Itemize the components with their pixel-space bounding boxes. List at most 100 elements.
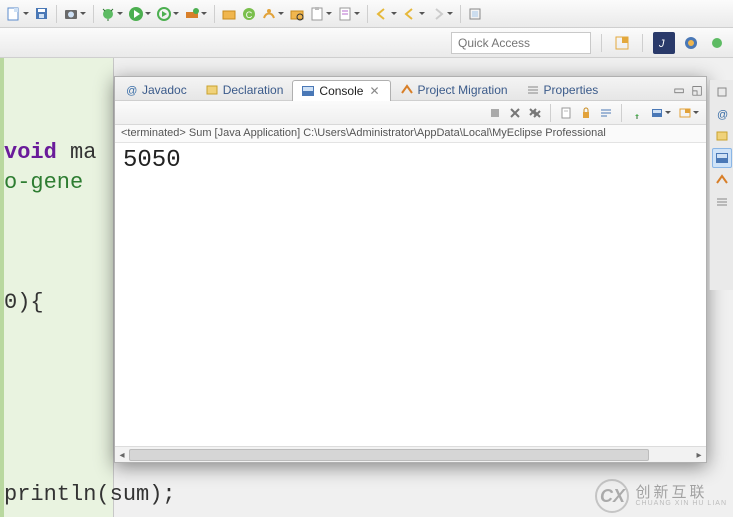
chevron-down-icon [200, 3, 208, 25]
console-toolbar [115, 101, 706, 125]
chevron-down-icon [390, 3, 398, 25]
debug-button[interactable] [98, 3, 126, 25]
tab-javadoc[interactable]: @ Javadoc [115, 79, 196, 100]
minimize-icon[interactable]: ▭ [670, 79, 688, 100]
tab-label: Declaration [223, 83, 284, 97]
tab-label: Properties [544, 83, 599, 97]
restore-icon[interactable] [712, 82, 732, 102]
scroll-right-icon[interactable]: ▸ [692, 447, 706, 463]
chevron-down-icon [692, 102, 700, 124]
editor-background: void ma o-gene 0){ [0, 58, 114, 517]
workspace: void ma o-gene 0){ println(sum); @ Javad… [0, 58, 733, 517]
editor-code-fragment: void ma o-gene 0){ [4, 58, 113, 517]
views-panel: @ Javadoc Declaration Console ✕ Project … [114, 76, 707, 463]
open-type-button[interactable] [259, 3, 287, 25]
tab-project-migration[interactable]: Project Migration [391, 79, 517, 100]
svg-text:@: @ [126, 85, 137, 97]
chevron-down-icon [79, 3, 87, 25]
toolbar-separator [642, 34, 643, 52]
task-button[interactable] [307, 3, 335, 25]
tab-console[interactable]: Console ✕ [292, 80, 390, 101]
perspective-java-button[interactable]: J [653, 32, 675, 54]
code-text: ma [57, 140, 97, 165]
console-icon [301, 84, 315, 98]
horizontal-scrollbar[interactable]: ◂ ▸ [115, 446, 706, 462]
comment-text: o-gene [4, 170, 83, 195]
annotations-button[interactable] [335, 3, 363, 25]
svg-text:J: J [658, 38, 665, 50]
open-console-button[interactable] [676, 102, 702, 124]
external-tools-button[interactable] [182, 3, 210, 25]
editor-bottom-line: println(sum); [4, 482, 176, 507]
at-icon[interactable]: @ [712, 104, 732, 124]
console-status: <terminated> Sum [Java Application] C:\U… [115, 125, 706, 143]
remove-all-button[interactable] [526, 102, 544, 124]
search-package-button[interactable] [287, 3, 307, 25]
open-perspective-button[interactable] [612, 32, 632, 54]
new-menu-button[interactable] [4, 3, 32, 25]
console-output[interactable]: 5050 [115, 143, 706, 446]
word-wrap-button[interactable] [597, 102, 615, 124]
chevron-down-icon [418, 3, 426, 25]
screenshot-button[interactable] [61, 3, 89, 25]
back-history-button[interactable] [400, 3, 428, 25]
toolbar-separator [93, 5, 94, 23]
display-selected-button[interactable] [648, 102, 674, 124]
tab-label: Javadoc [142, 83, 187, 97]
properties-icon [526, 83, 540, 97]
javadoc-icon: @ [124, 83, 138, 97]
quick-access-input[interactable] [451, 32, 591, 54]
perspective-myeclipse-button[interactable] [681, 32, 701, 54]
pin-editor-button[interactable] [465, 3, 485, 25]
close-icon[interactable]: ✕ [367, 84, 381, 98]
declaration-side-icon[interactable] [712, 126, 732, 146]
toolbar-separator [367, 5, 368, 23]
run-button[interactable] [126, 3, 154, 25]
terminate-relaunch-button[interactable] [486, 102, 504, 124]
right-icon-stack: @ [709, 80, 733, 290]
chevron-down-icon [144, 3, 152, 25]
chevron-down-icon [664, 102, 672, 124]
forward-button[interactable] [428, 3, 456, 25]
svg-text:@: @ [717, 109, 728, 121]
tab-properties[interactable]: Properties [517, 79, 608, 100]
tab-declaration[interactable]: Declaration [196, 79, 293, 100]
quick-access-row: J [0, 28, 733, 58]
toolbar-separator [56, 5, 57, 23]
scroll-lock-button[interactable] [577, 102, 595, 124]
properties-side-icon[interactable] [712, 192, 732, 212]
toolbar-separator [214, 5, 215, 23]
perspective-debug-button[interactable] [707, 32, 727, 54]
chevron-down-icon [353, 3, 361, 25]
chevron-down-icon [277, 3, 285, 25]
clear-console-button[interactable] [557, 102, 575, 124]
save-all-button[interactable] [32, 3, 52, 25]
toolbar-separator [550, 104, 551, 122]
new-class-button[interactable]: C [239, 3, 259, 25]
new-package-button[interactable] [219, 3, 239, 25]
console-side-icon[interactable] [712, 148, 732, 168]
chevron-down-icon [325, 3, 333, 25]
scroll-left-icon[interactable]: ◂ [115, 447, 129, 463]
toolbar-separator [460, 5, 461, 23]
tab-label: Project Migration [418, 83, 508, 97]
watermark: CX 创新互联 CHUANG XIN HU LIAN [595, 479, 727, 513]
code-text: 0){ [4, 290, 44, 315]
chevron-down-icon [22, 3, 30, 25]
svg-text:C: C [246, 10, 253, 20]
migration-icon [400, 83, 414, 97]
tab-label: Console [319, 84, 363, 98]
migration-side-icon[interactable] [712, 170, 732, 190]
keyword: void [4, 140, 57, 165]
run-last-button[interactable] [154, 3, 182, 25]
main-toolbar: C [0, 0, 733, 28]
watermark-text-cn: 创新互联 [635, 485, 727, 500]
remove-launch-button[interactable] [506, 102, 524, 124]
scroll-thumb[interactable] [129, 449, 649, 461]
back-button[interactable] [372, 3, 400, 25]
watermark-logo: CX [595, 479, 629, 513]
declaration-icon [205, 83, 219, 97]
toolbar-separator [621, 104, 622, 122]
pin-console-button[interactable] [628, 102, 646, 124]
maximize-icon[interactable]: ◱ [688, 79, 706, 100]
